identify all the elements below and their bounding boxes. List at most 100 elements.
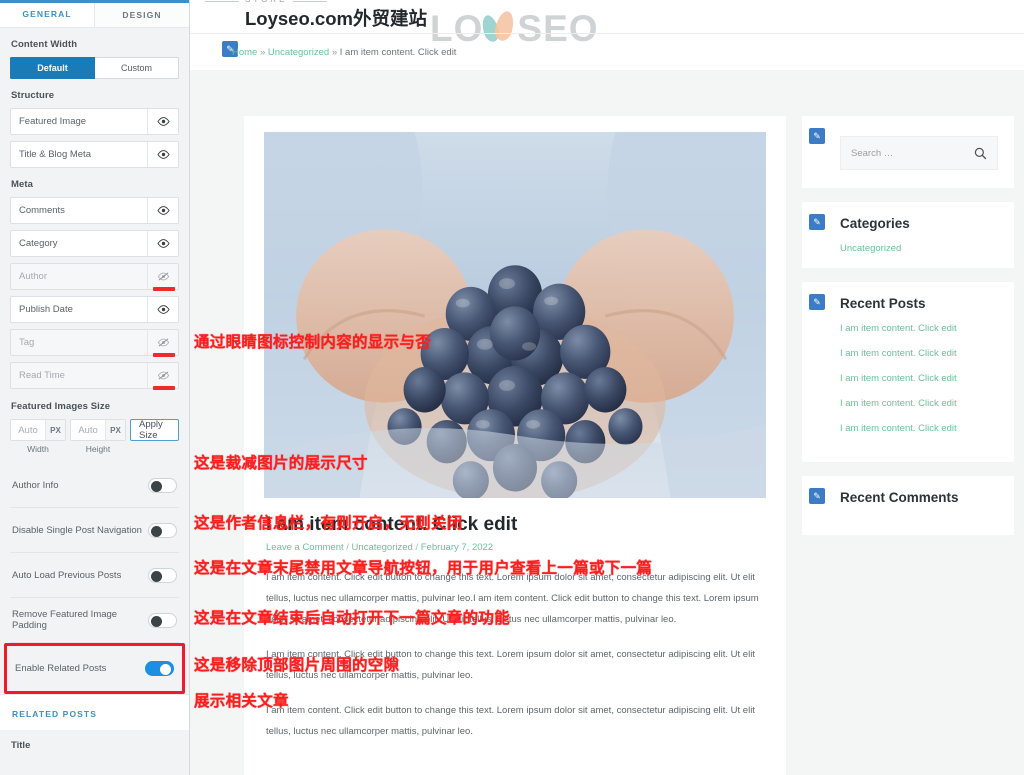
- site-title: Loyseo.com外贸建站: [245, 8, 427, 29]
- switch-label: Disable Single Post Navigation: [12, 524, 142, 536]
- toggle-knob: [151, 525, 162, 537]
- post-meta-comment[interactable]: Leave a Comment: [266, 542, 344, 553]
- tab-design-label: DESIGN: [122, 10, 162, 20]
- height-field-wrap: Auto PX Height: [70, 419, 126, 454]
- switch-label: Author Info: [12, 479, 59, 491]
- annotation-underline: [153, 386, 175, 390]
- visibility-toggle[interactable]: [147, 142, 178, 167]
- loyseo-watermark-logo: LO SEO: [430, 8, 599, 50]
- search-icon[interactable]: [974, 147, 987, 160]
- annotation-post-navigation: 这是在文章末尾禁用文章导航按钮，用于用户查看上一篇或下一篇: [194, 560, 653, 577]
- watermark-left-text: LO: [430, 8, 484, 49]
- widget-search: ✎ Search …: [802, 116, 1014, 188]
- meta-item-read-time[interactable]: Read Time: [10, 362, 179, 389]
- author-info-toggle[interactable]: [148, 477, 177, 493]
- height-input[interactable]: Auto: [71, 420, 105, 440]
- content-width-custom-button[interactable]: Custom: [95, 57, 179, 79]
- recent-post-link[interactable]: I am item content. Click edit: [840, 373, 998, 384]
- widget-categories: ✎ Categories Uncategorized: [802, 202, 1014, 268]
- pencil-icon[interactable]: ✎: [809, 294, 825, 310]
- meta-item-tag[interactable]: Tag: [10, 329, 179, 356]
- enable-related-posts-toggle[interactable]: [145, 661, 174, 676]
- visibility-toggle[interactable]: [147, 264, 178, 289]
- recent-post-link[interactable]: I am item content. Click edit: [840, 348, 998, 359]
- sidebar-widgets: ✎ Search … ✎ Categories Uncategorized ✎ …: [802, 116, 1014, 549]
- meta-item-label: Author: [19, 271, 47, 282]
- content-width-default-button[interactable]: Default: [10, 57, 95, 79]
- eye-icon: [156, 117, 170, 126]
- pencil-icon[interactable]: ✎: [809, 128, 825, 144]
- site-header: STORE Loyseo.com外贸建站 LO SEO ✎ Home » Unc…: [190, 0, 1024, 70]
- structure-item-title-blog-meta[interactable]: Title & Blog Meta: [10, 141, 179, 168]
- post-meta-date: February 7, 2022: [420, 542, 494, 553]
- switch-enable-related-posts[interactable]: Enable Related Posts: [13, 646, 176, 691]
- annotation-related-posts: 展示相关文章: [194, 693, 289, 710]
- widget-title: Categories: [840, 216, 910, 231]
- height-input-group[interactable]: Auto PX: [70, 419, 126, 441]
- search-input[interactable]: Search …: [840, 136, 998, 170]
- featured-image: [264, 132, 766, 498]
- width-field-wrap: Auto PX Width: [10, 419, 66, 454]
- switch-auto-load-previous-posts[interactable]: Auto Load Previous Posts: [10, 553, 179, 598]
- visibility-toggle[interactable]: [147, 198, 178, 223]
- switch-author-info[interactable]: Author Info: [10, 463, 179, 508]
- meta-item-author-wrap: Author: [10, 263, 179, 291]
- annotation-underline: [153, 353, 175, 357]
- width-input[interactable]: Auto: [11, 420, 45, 440]
- content-width-toggle-group[interactable]: Default Custom: [10, 57, 179, 79]
- switch-disable-single-post-navigation[interactable]: Disable Single Post Navigation: [10, 508, 179, 553]
- visibility-toggle[interactable]: [147, 231, 178, 256]
- post-meta-sep: /: [346, 542, 349, 553]
- annotation-remove-padding: 这是移除顶部图片周围的空隙: [194, 657, 400, 674]
- apply-size-button[interactable]: Apply Size: [130, 419, 179, 441]
- eye-icon: [156, 239, 170, 248]
- eye-icon: [156, 206, 170, 215]
- width-input-group[interactable]: Auto PX: [10, 419, 66, 441]
- recent-post-link[interactable]: I am item content. Click edit: [840, 423, 998, 434]
- structure-item-featured-image[interactable]: Featured Image: [10, 108, 179, 135]
- meta-item-read-time-wrap: Read Time: [10, 362, 179, 390]
- tab-general[interactable]: GENERAL: [0, 3, 94, 27]
- pencil-icon[interactable]: ✎: [809, 214, 825, 230]
- tab-general-label: GENERAL: [22, 9, 72, 19]
- disable-single-post-navigation-toggle[interactable]: [148, 522, 177, 538]
- visibility-toggle[interactable]: [147, 297, 178, 322]
- meta-item-publish-date[interactable]: Publish Date: [10, 296, 179, 323]
- remove-featured-image-padding-toggle[interactable]: [148, 612, 177, 628]
- watermark-right-text: SEO: [517, 8, 599, 49]
- width-unit[interactable]: PX: [45, 420, 65, 440]
- visibility-toggle[interactable]: [147, 363, 178, 388]
- meta-item-comments[interactable]: Comments: [10, 197, 179, 224]
- meta-item-category[interactable]: Category: [10, 230, 179, 257]
- content-width-label: Content Width: [11, 39, 78, 50]
- breadcrumb: Home » Uncategorized » I am item content…: [232, 47, 456, 58]
- pencil-icon[interactable]: ✎: [809, 488, 825, 504]
- meta-item-label: Tag: [19, 337, 35, 348]
- height-unit[interactable]: PX: [105, 420, 125, 440]
- related-posts-title-label: Title: [11, 740, 31, 751]
- header-divider: [190, 33, 1024, 34]
- structure-item-label: Featured Image: [19, 116, 87, 127]
- structure-item-label: Title & Blog Meta: [19, 149, 91, 160]
- breadcrumb-current: I am item content. Click edit: [339, 47, 457, 58]
- breadcrumb-home-link[interactable]: Home: [232, 47, 257, 58]
- toggle-knob: [151, 480, 162, 492]
- category-link[interactable]: Uncategorized: [840, 243, 998, 254]
- post-meta-category[interactable]: Uncategorized: [352, 542, 413, 553]
- related-posts-section-tab[interactable]: RELATED POSTS: [0, 694, 189, 730]
- visibility-toggle[interactable]: [147, 330, 178, 355]
- related-posts-tab-label: RELATED POSTS: [12, 709, 97, 719]
- recent-post-link[interactable]: I am item content. Click edit: [840, 398, 998, 409]
- visibility-toggle[interactable]: [147, 109, 178, 134]
- recent-post-link[interactable]: I am item content. Click edit: [840, 323, 998, 334]
- store-kicker: STORE: [204, 0, 329, 4]
- meta-item-author[interactable]: Author: [10, 263, 179, 290]
- widget-title: Recent Comments: [840, 490, 959, 505]
- switch-remove-featured-image-padding[interactable]: Remove Featured Image Padding: [10, 598, 179, 643]
- auto-load-previous-posts-toggle[interactable]: [148, 567, 177, 583]
- tab-design[interactable]: DESIGN: [94, 3, 189, 27]
- eye-icon: [156, 305, 170, 314]
- widget-recent-posts: ✎ Recent Posts I am item content. Click …: [802, 282, 1014, 462]
- breadcrumb-category-link[interactable]: Uncategorized: [268, 47, 329, 58]
- annotation-image-size: 这是裁减图片的展示尺寸: [194, 455, 368, 472]
